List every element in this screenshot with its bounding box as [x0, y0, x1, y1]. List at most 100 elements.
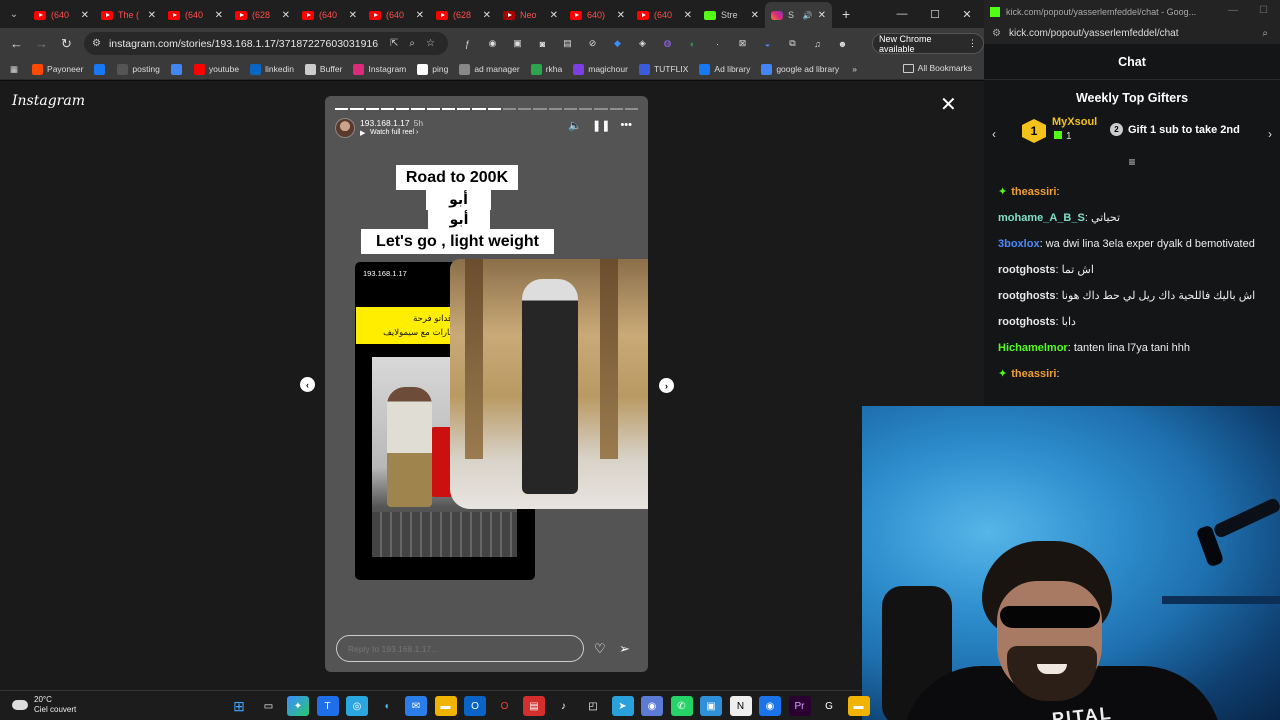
volume-icon[interactable]: 🔈: [568, 119, 582, 132]
tab-close-icon[interactable]: ✕: [550, 10, 558, 21]
reply-input[interactable]: [336, 635, 584, 662]
app-icon[interactable]: ◖: [376, 696, 398, 716]
tab-close-icon[interactable]: ✕: [818, 10, 826, 21]
bookmark-item[interactable]: Buffer: [304, 63, 342, 75]
bookmark-item[interactable]: [94, 63, 109, 75]
bookmark-item[interactable]: TUTFLIX: [638, 63, 688, 75]
font-extension-icon[interactable]: ƒ: [458, 34, 477, 53]
browser-tab[interactable]: 640) ✕: [564, 2, 631, 28]
app-icon[interactable]: ▤: [523, 696, 545, 716]
chat-username[interactable]: mohame_A_B_S: [998, 212, 1085, 224]
browser-tab[interactable]: (640 ✕: [296, 2, 363, 28]
share-send-icon[interactable]: ➢: [619, 641, 630, 657]
app-icon[interactable]: T: [316, 696, 339, 716]
extension-icon[interactable]: ◒: [758, 34, 777, 53]
zoom-icon[interactable]: ⌕: [409, 38, 415, 49]
all-bookmarks[interactable]: All Bookmarks: [902, 63, 972, 73]
chat-username[interactable]: rootghosts: [998, 290, 1055, 302]
collapse-icon[interactable]: ≡: [984, 155, 1280, 169]
tab-close-icon[interactable]: ✕: [215, 10, 223, 21]
extension-icon[interactable]: ◈: [633, 34, 652, 53]
extension-icon[interactable]: ◐: [683, 34, 702, 53]
extension-icon[interactable]: ◍: [658, 34, 677, 53]
bookmark-item[interactable]: ping: [417, 63, 448, 75]
tab-close-icon[interactable]: ✕: [416, 10, 424, 21]
bookmark-item[interactable]: magichour: [573, 63, 628, 75]
bookmark-item[interactable]: google ad library: [761, 63, 839, 75]
bookmark-item[interactable]: ad manager: [459, 63, 520, 75]
folder-icon[interactable]: ▬: [847, 696, 870, 716]
bookmark-item[interactable]: Instagram: [353, 63, 406, 75]
gift-sub-button[interactable]: 2 Gift 1 sub to take 2nd: [1110, 123, 1240, 136]
menu-dots-icon[interactable]: ⋮: [968, 38, 977, 49]
browser-tab[interactable]: (628 ✕: [430, 2, 497, 28]
site-info-icon[interactable]: ⚙: [92, 38, 101, 49]
reload-icon[interactable]: ↻: [54, 31, 79, 56]
zoom-icon[interactable]: ⌕: [1262, 28, 1268, 39]
bookmark-item[interactable]: linkedin: [250, 63, 294, 75]
close-window-icon[interactable]: ✕: [951, 0, 983, 28]
whatsapp-icon[interactable]: ✆: [670, 696, 693, 716]
bookmark-star-icon[interactable]: ☆: [426, 38, 435, 49]
more-options-icon[interactable]: •••: [620, 119, 632, 132]
task-view-icon[interactable]: ▭: [258, 696, 280, 716]
apps-icon[interactable]: ▦: [10, 64, 18, 75]
notion-icon[interactable]: N: [729, 696, 752, 716]
story-username[interactable]: 193.168.1.17: [360, 118, 410, 128]
tab-close-icon[interactable]: ✕: [483, 10, 491, 21]
gifter-name[interactable]: MyXsoul: [1052, 116, 1097, 128]
extension-icon[interactable]: ◉: [483, 34, 502, 53]
new-tab-button[interactable]: +: [832, 6, 860, 22]
telegram-icon[interactable]: ➤: [611, 696, 634, 716]
update-chrome-button[interactable]: New Chrome available ⋮: [872, 33, 984, 54]
chevron-right-icon[interactable]: ›: [1268, 127, 1272, 141]
weather-widget[interactable]: 20°C Ciel couvert: [12, 695, 76, 715]
chat-username[interactable]: rootghosts: [998, 264, 1055, 276]
story-card[interactable]: 193.168.1.17 5h Watch full reel › ▶ 🔈 ❚❚ …: [325, 96, 648, 672]
tab-close-icon[interactable]: ✕: [282, 10, 290, 21]
browser-tab[interactable]: Neo ✕: [497, 2, 564, 28]
chat-username[interactable]: Hichamelmor: [998, 342, 1068, 354]
chrome-icon[interactable]: ◉: [759, 696, 781, 716]
address-bar[interactable]: ⚙ ⇱ ⌕ ☆: [84, 32, 448, 55]
next-story-icon[interactable]: ›: [659, 378, 674, 393]
tab-close-icon[interactable]: ✕: [349, 10, 357, 21]
chat-username[interactable]: rootghosts: [998, 316, 1055, 328]
extensions-puzzle-icon[interactable]: ⧉: [783, 34, 802, 53]
app-icon[interactable]: ◎: [346, 696, 368, 716]
maximize-icon[interactable]: ☐: [919, 0, 951, 28]
browser-tab[interactable]: (640 ✕: [631, 2, 698, 28]
site-info-icon[interactable]: ⚙: [992, 28, 1001, 39]
tab-close-icon[interactable]: ✕: [617, 10, 625, 21]
camera-extension-icon[interactable]: ◙: [533, 34, 552, 53]
bookmark-item[interactable]: Ad library: [699, 63, 750, 75]
avatar[interactable]: [335, 118, 355, 138]
back-icon[interactable]: ←: [4, 31, 29, 56]
profile-icon[interactable]: ☻: [833, 34, 852, 53]
extension-icon[interactable]: ◆: [608, 34, 627, 53]
file-explorer-icon[interactable]: ▬: [434, 696, 457, 716]
windows-start-icon[interactable]: ⊞: [228, 696, 250, 716]
premiere-icon[interactable]: Pr: [788, 696, 811, 716]
browser-tab[interactable]: (640 ✕: [162, 2, 229, 28]
pause-icon[interactable]: ❚❚: [592, 119, 610, 132]
tiktok-icon[interactable]: ♪: [553, 696, 575, 716]
media-controls-icon[interactable]: ♫: [808, 34, 827, 53]
maximize-icon[interactable]: ☐: [1259, 5, 1268, 16]
app-icon[interactable]: ◰: [582, 696, 604, 716]
browser-tab[interactable]: The (✕: [95, 2, 162, 28]
outlook-icon[interactable]: O: [464, 696, 486, 716]
mail-icon[interactable]: ✉: [405, 696, 427, 716]
chevron-left-icon[interactable]: ‹: [992, 127, 996, 141]
chat-username[interactable]: theassiri: [1011, 368, 1056, 380]
extension-icon[interactable]: ⊠: [733, 34, 752, 53]
previous-story-icon[interactable]: ‹: [300, 377, 315, 392]
watch-full-reel-link[interactable]: Watch full reel ›: [370, 129, 418, 136]
app-icon[interactable]: ◉: [641, 696, 663, 716]
tab-close-icon[interactable]: ✕: [81, 10, 89, 21]
extension-icon[interactable]: ⊘: [583, 34, 602, 53]
browser-tab[interactable]: (640 ✕: [28, 2, 95, 28]
copilot-icon[interactable]: ✦: [287, 696, 309, 716]
browser-tab[interactable]: S 🔊 ✕: [765, 2, 832, 28]
like-heart-icon[interactable]: ♡: [594, 641, 606, 657]
